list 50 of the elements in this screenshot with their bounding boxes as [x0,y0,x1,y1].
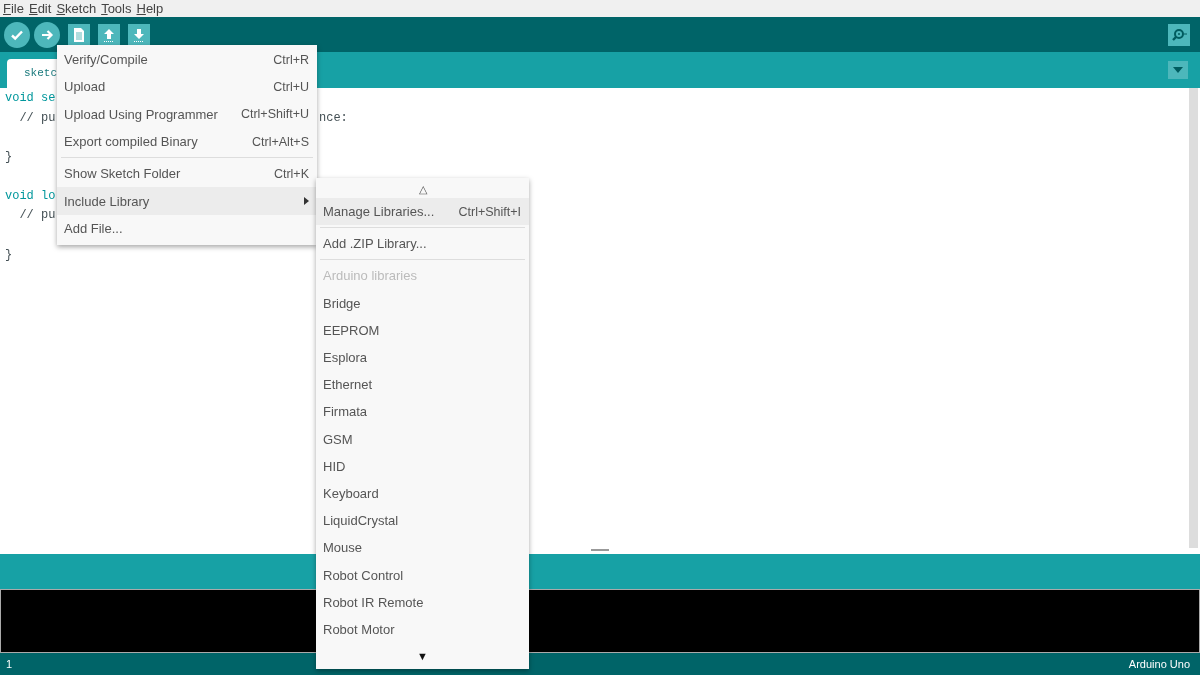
code-text: void lo [5,188,56,205]
menu-bar-item[interactable]: File [3,1,24,16]
serial-monitor-button[interactable] [1168,23,1190,46]
open-button[interactable] [98,23,120,46]
menu-bar-item[interactable]: Help [136,1,164,16]
magnifier-icon [1170,26,1188,43]
new-sketch-button[interactable] [68,23,90,46]
verify-button[interactable] [4,21,30,48]
menu-item[interactable]: Export compiled Binary Ctrl+Alt+S [57,127,317,156]
scroll-down-arrow[interactable]: ▼ [316,645,529,667]
up-arrow-icon [102,26,116,43]
menu-item[interactable]: Robot Motor [316,615,529,643]
menu-item[interactable]: HID [316,452,529,480]
menu-item[interactable]: Include Library [57,187,317,215]
code-text: // pu [18,207,56,224]
menu-item[interactable]: Add .ZIP Library... [316,230,529,258]
menu-item[interactable]: Firmata [316,398,529,426]
menu-item[interactable]: Robot Control [316,561,529,589]
menu-bar-item[interactable]: Sketch [56,1,97,16]
scrollbar[interactable] [1189,88,1198,548]
menu-item[interactable]: Robot IR Remote [316,588,529,616]
down-arrow-icon [132,26,146,43]
menu-item[interactable]: Upload Using Programmer Ctrl+Shift+U [57,100,317,128]
tab-menu-button[interactable] [1168,61,1188,79]
menu-item[interactable]: Manage Libraries... Ctrl+Shift+I [316,198,529,226]
menu-item[interactable]: Keyboard [316,479,529,508]
menu-item[interactable]: Esplora [316,343,529,372]
menu-item[interactable]: Ethernet [316,371,529,399]
save-button[interactable] [128,23,150,46]
submenu-arrow-icon [304,197,309,206]
menu-item[interactable]: Bridge [316,289,529,317]
menu-item[interactable]: EEPROM [316,316,529,344]
menu-item[interactable]: Show Sketch Folder Ctrl+K [57,160,317,188]
code-text: nce: [319,109,348,127]
menu-bar-item[interactable]: Edit [28,1,52,16]
menu-bar-item[interactable]: Tools [101,1,132,16]
code-text: } [5,246,14,264]
menu-item[interactable]: Add File... [57,214,317,243]
upload-button[interactable] [34,21,60,48]
scroll-up-arrow[interactable]: △ [316,178,529,198]
menu-item[interactable]: LiquidCrystal [316,507,529,535]
menu-item[interactable]: GSM [316,425,529,453]
menu-item[interactable]: Mouse [316,534,529,562]
line-number: 1 [6,658,13,670]
code-text: // pu [18,109,56,127]
caret-icon [1173,67,1183,73]
document-icon [72,26,86,43]
board-name: Arduino Uno [1128,658,1190,670]
code-text: } [5,149,14,166]
code-text: void se [5,90,56,107]
